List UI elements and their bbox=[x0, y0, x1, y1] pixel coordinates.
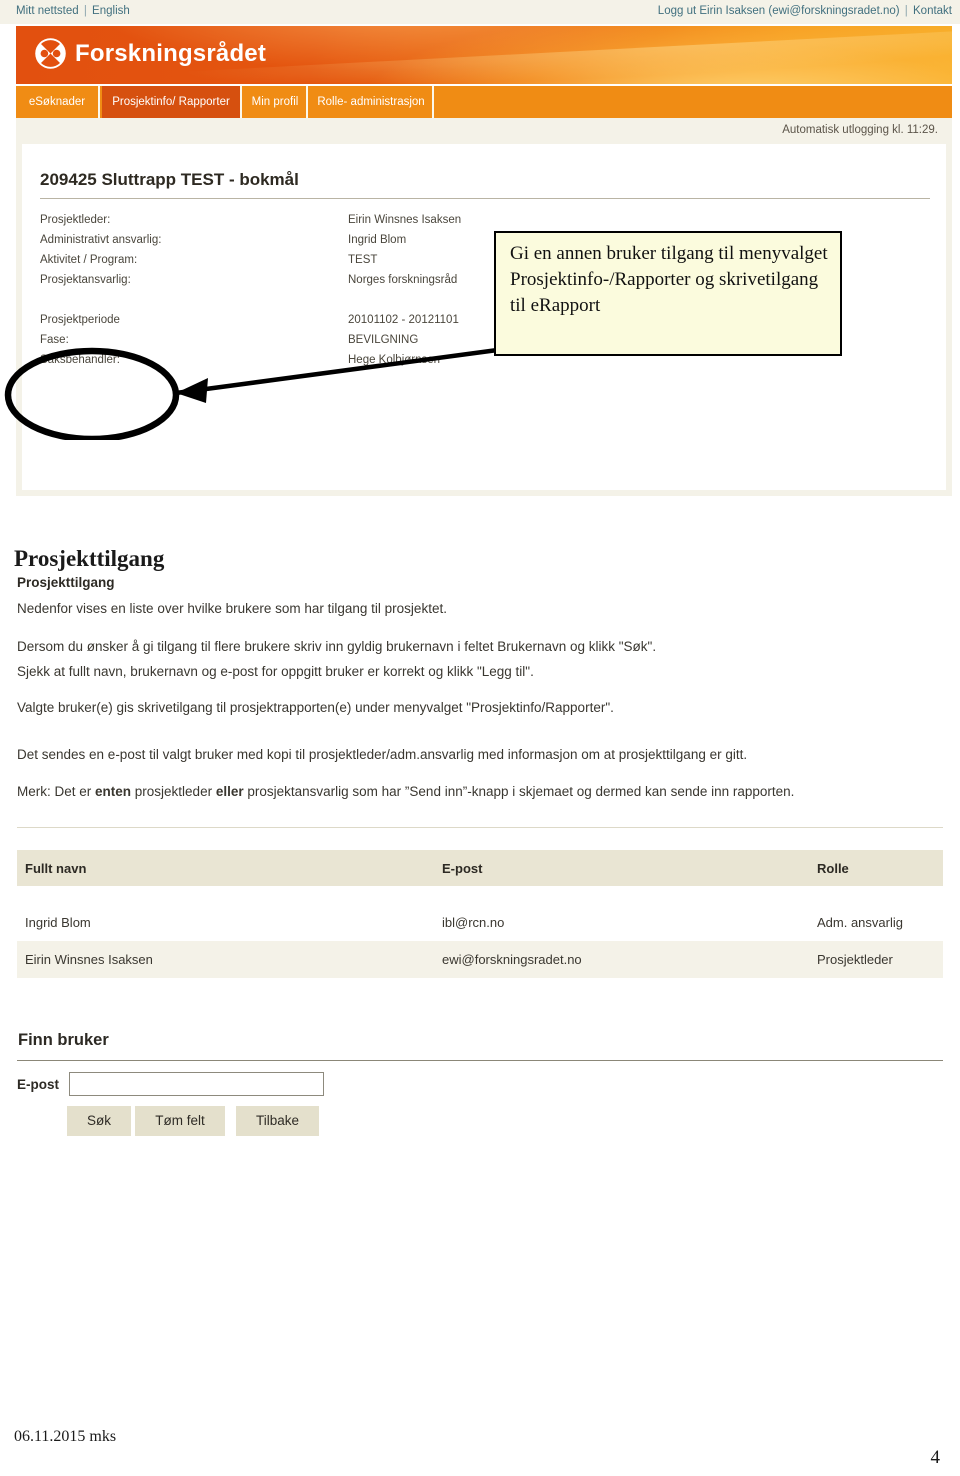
detail-key: Prosjektansvarlig: bbox=[40, 274, 131, 286]
user-role: Prosjektleder bbox=[817, 952, 893, 967]
detail-value: Hege Kolbjørnsen bbox=[348, 354, 441, 366]
tab-min-profil[interactable]: Min profil bbox=[244, 86, 308, 118]
brand-logo-group[interactable]: Forskningsrådet bbox=[34, 37, 266, 70]
utility-separator-1: | bbox=[83, 5, 87, 17]
section-divider bbox=[17, 827, 943, 828]
merk-seg-3: prosjektleder bbox=[131, 784, 216, 799]
sok-button[interactable]: Søk bbox=[67, 1106, 131, 1136]
finn-bruker-divider bbox=[17, 1060, 943, 1061]
col-rolle: Rolle bbox=[817, 860, 849, 876]
users-table-header: Fullt navn E-post Rolle bbox=[17, 850, 943, 886]
merk-seg-5: prosjektansvarlig som har ”Send inn”-kna… bbox=[243, 784, 795, 799]
table-row: Eirin Winsnes Isaksen ewi@forskningsrade… bbox=[17, 941, 943, 978]
title-divider bbox=[40, 198, 930, 199]
doc-section-heading: Prosjekttilgang bbox=[14, 546, 165, 571]
detail-row: Aktivitet / Program: TEST bbox=[40, 254, 461, 274]
annotation-callout: Gi en annen bruker tilgang til menyvalge… bbox=[494, 231, 842, 356]
paragraph-search-instruction: Dersom du ønsker å gi tilgang til flere … bbox=[17, 639, 657, 654]
paragraph-merk-note: Merk: Det er enten prosjektleder eller p… bbox=[17, 784, 794, 799]
detail-row: Administrativt ansvarlig: Ingrid Blom bbox=[40, 234, 461, 254]
utility-separator-2: | bbox=[904, 5, 908, 17]
merk-seg-eller: eller bbox=[215, 784, 244, 799]
user-email: ibl@rcn.no bbox=[442, 915, 505, 930]
detail-key: Fase: bbox=[40, 334, 69, 346]
link-mitt-nettsted[interactable]: Mitt nettsted bbox=[16, 5, 79, 17]
tab-esoknader[interactable]: eSøknader bbox=[16, 86, 100, 118]
logout-link[interactable]: Logg ut Eirin Isaksen (ewi@forskningsrad… bbox=[658, 5, 900, 17]
detail-value: Eirin Winsnes Isaksen bbox=[348, 214, 462, 226]
embedded-screenshot: Mitt nettsted | English Logg ut Eirin Is… bbox=[0, 0, 960, 500]
col-fullt-navn: Fullt navn bbox=[25, 860, 87, 876]
detail-row: Prosjektleder: Eirin Winsnes Isaksen bbox=[40, 214, 461, 234]
tilbake-button[interactable]: Tilbake bbox=[236, 1106, 319, 1136]
page-subheading: Prosjekttilgang bbox=[17, 575, 115, 590]
auto-logout-notice: Automatisk utlogging kl. 11:29. bbox=[22, 118, 946, 144]
footer-date: 06.11.2015 mks bbox=[14, 1428, 117, 1445]
merk-seg-enten: enten bbox=[95, 784, 132, 799]
merk-seg-1: Merk: Det er bbox=[17, 784, 96, 799]
user-name: Ingrid Blom bbox=[25, 915, 91, 930]
detail-key: Administrativt ansvarlig: bbox=[40, 234, 162, 246]
tom-felt-button[interactable]: Tøm felt bbox=[135, 1106, 225, 1136]
brand-name: Forskningsrådet bbox=[75, 39, 267, 67]
detail-value: Norges forskningsråd bbox=[348, 274, 458, 286]
detail-key: Prosjektperiode bbox=[40, 314, 120, 326]
tab-prosjektinfo-rapporter[interactable]: Prosjektinfo/ Rapporter bbox=[102, 86, 242, 118]
user-role: Adm. ansvarlig bbox=[817, 915, 903, 930]
detail-row: Prosjektperiode 20101102 - 20121101 bbox=[40, 314, 461, 334]
detail-row: Saksbehandler: Hege Kolbjørnsen bbox=[40, 354, 461, 374]
footer-page-number: 4 bbox=[930, 1447, 941, 1468]
paragraph-intro: Nedenfor vises en liste over hvilke bruk… bbox=[17, 601, 447, 616]
email-field[interactable] bbox=[69, 1072, 324, 1096]
page-title: 209425 Sluttrapp TEST - bokmål bbox=[40, 170, 299, 189]
col-e-post: E-post bbox=[442, 860, 483, 876]
detail-value: TEST bbox=[348, 254, 378, 266]
project-detail-list: Prosjektleder: Eirin Winsnes Isaksen Adm… bbox=[40, 214, 461, 374]
link-english[interactable]: English bbox=[92, 5, 130, 17]
detail-row: Prosjektansvarlig: Norges forskningsråd bbox=[40, 274, 461, 314]
user-email: ewi@forskningsradet.no bbox=[442, 952, 582, 967]
detail-key: Saksbehandler: bbox=[40, 354, 120, 366]
table-spacer bbox=[17, 886, 943, 904]
utility-bar-right: Logg ut Eirin Isaksen (ewi@forskningsrad… bbox=[658, 5, 952, 17]
detail-key: Aktivitet / Program: bbox=[40, 254, 138, 266]
utility-bar-left: Mitt nettsted | English bbox=[16, 5, 130, 17]
detail-value: 20101102 - 20121101 bbox=[348, 314, 459, 326]
paragraph-verify-instruction: Sjekk at fullt navn, brukernavn og e-pos… bbox=[17, 664, 534, 679]
finn-bruker-heading: Finn bruker bbox=[18, 1031, 109, 1049]
main-nav: eSøknader Prosjektinfo/ Rapporter Min pr… bbox=[16, 86, 952, 118]
tab-rolle-administrasjon[interactable]: Rolle- administrasjon bbox=[310, 86, 434, 118]
users-table: Fullt navn E-post Rolle Ingrid Blom ibl@… bbox=[17, 850, 943, 978]
brand-banner: Forskningsrådet bbox=[16, 26, 952, 84]
email-field-label: E-post bbox=[17, 1077, 59, 1092]
detail-key: Prosjektleder: bbox=[40, 214, 111, 226]
table-row: Ingrid Blom ibl@rcn.no Adm. ansvarlig bbox=[17, 904, 943, 941]
user-name: Eirin Winsnes Isaksen bbox=[25, 952, 153, 967]
paragraph-email-notice: Det sendes en e-post til valgt bruker me… bbox=[17, 747, 748, 762]
utility-bar: Mitt nettsted | English Logg ut Eirin Is… bbox=[0, 0, 960, 24]
detail-value: Ingrid Blom bbox=[348, 234, 407, 246]
link-kontakt[interactable]: Kontakt bbox=[913, 5, 952, 17]
forskningsradet-logo-icon bbox=[35, 38, 66, 69]
paragraph-write-access: Valgte bruker(e) gis skrivetilgang til p… bbox=[17, 700, 614, 715]
detail-value: BEVILGNING bbox=[348, 334, 419, 346]
detail-row: Fase: BEVILGNING bbox=[40, 334, 461, 354]
